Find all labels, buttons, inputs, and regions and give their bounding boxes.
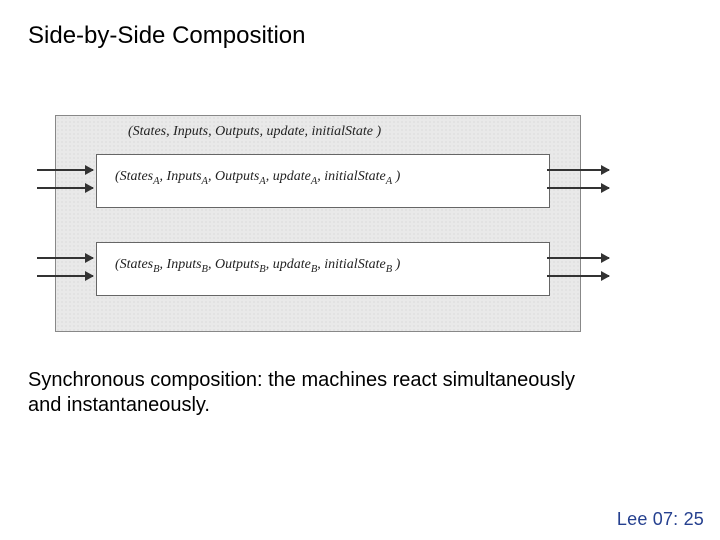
- machine-a-box: (StatesA, InputsA, OutputsA, updateA, in…: [96, 154, 550, 208]
- machine-b-box: (StatesB, InputsB, OutputsB, updateB, in…: [96, 242, 550, 296]
- arrow-a-input-1: [37, 169, 93, 171]
- text: ): [392, 169, 400, 184]
- machine-a-tuple: (StatesA, InputsA, OutputsA, updateA, in…: [115, 169, 400, 187]
- arrow-b-input-2: [37, 275, 93, 277]
- text: (States: [115, 169, 153, 184]
- composition-diagram: (States , Inputs , Outputs , update , initia…: [55, 115, 579, 330]
- text: , update: [266, 257, 311, 272]
- text: , Inputs: [160, 169, 202, 184]
- machine-b-tuple: (StatesB, InputsB, OutputsB, updateB, in…: [115, 257, 400, 275]
- slide-footer: Lee 07: 25: [617, 509, 704, 530]
- slide: Side-by-Side Composition (States , Inputs…: [0, 0, 720, 540]
- text: , Inputs: [160, 257, 202, 272]
- arrow-b-output-1: [547, 257, 609, 259]
- outer-tuple-label: (States, Inputs, Outputs, update, initia…: [128, 124, 381, 140]
- text: , Outputs: [208, 169, 259, 184]
- text: , initialState: [317, 169, 385, 184]
- text: , initialState: [317, 257, 385, 272]
- text: , update: [266, 169, 311, 184]
- arrow-a-output-1: [547, 169, 609, 171]
- text: ): [392, 257, 400, 272]
- text: (States: [115, 257, 153, 272]
- page-title: Side-by-Side Composition: [28, 22, 305, 50]
- arrow-b-input-1: [37, 257, 93, 259]
- arrow-b-output-2: [547, 275, 609, 277]
- arrow-a-output-2: [547, 187, 609, 189]
- caption-text: Synchronous composition: the machines re…: [28, 368, 588, 418]
- arrow-a-input-2: [37, 187, 93, 189]
- text: , Outputs: [208, 257, 259, 272]
- outer-machine-box: (States , Inputs , Outputs , update , initia…: [55, 115, 581, 332]
